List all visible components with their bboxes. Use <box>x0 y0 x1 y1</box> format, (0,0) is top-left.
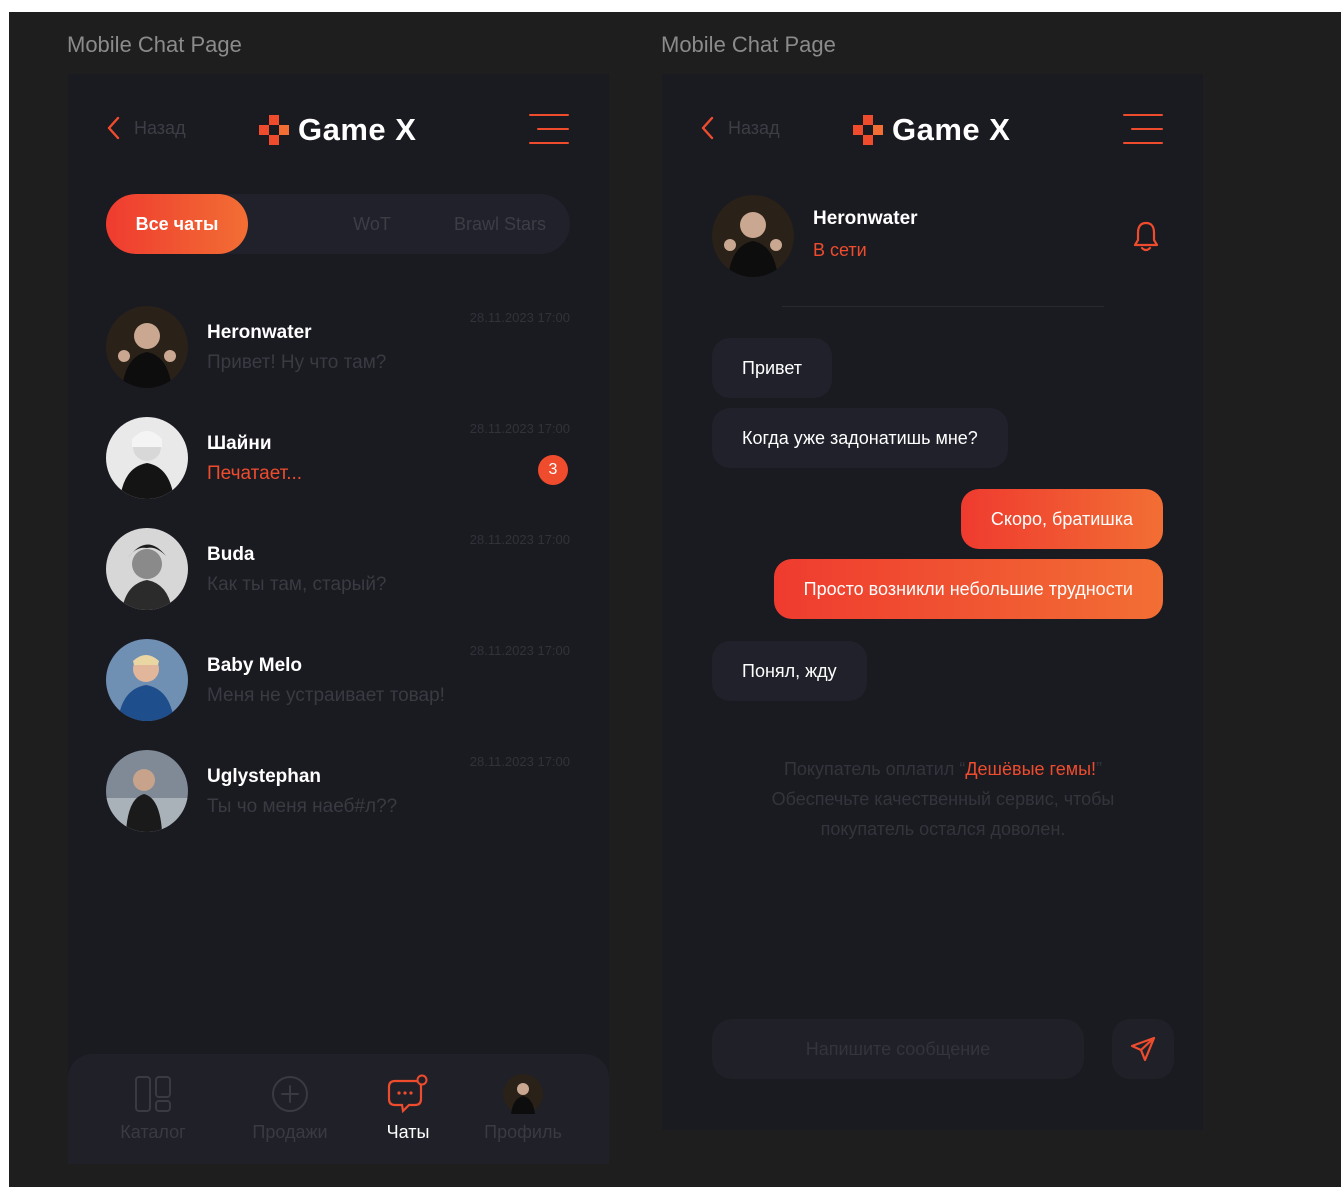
back-button[interactable]: Назад <box>106 116 186 140</box>
message-bubble-incoming: Привет <box>712 338 833 398</box>
gamepad-cross-icon <box>259 115 289 145</box>
send-icon <box>1130 1036 1156 1062</box>
nav-item-catalog[interactable]: Каталог <box>108 1072 198 1143</box>
message-bubble-outgoing: Просто возникли небольшие трудности <box>773 559 1163 619</box>
chat-name: Шайни <box>207 433 272 454</box>
chat-list-screen: Назад Game X Все чаты WoT Brawl Stars He… <box>68 74 609 1164</box>
chat-time: 28.11.2023 17:00 <box>469 310 570 325</box>
back-label: Назад <box>728 117 780 138</box>
menu-icon[interactable] <box>1123 114 1163 144</box>
chat-item-baby-melo[interactable]: Baby Melo Меня не устраивает товар! 28.1… <box>106 639 570 721</box>
chat-time: 28.11.2023 17:00 <box>469 421 570 436</box>
conversation-screen: Назад Game X Heronwater В сети Привет Ко… <box>662 74 1203 1130</box>
gamepad-cross-icon <box>853 115 883 145</box>
typing-indicator: Печатает... <box>207 463 303 484</box>
send-button[interactable] <box>1112 1019 1174 1079</box>
header: Назад Game X <box>662 112 1203 148</box>
chat-name: Baby Melo <box>207 655 303 676</box>
header: Назад Game X <box>68 112 609 148</box>
chat-item-uglystephan[interactable]: Uglystephan Ты чо меня наеб#л?? 28.11.20… <box>106 750 570 832</box>
app-title: Game X <box>298 112 417 147</box>
avatar <box>106 417 188 499</box>
chat-item-buda[interactable]: Buda Как ты там, старый? 28.11.2023 17:0… <box>106 528 570 610</box>
catalog-icon <box>135 1076 171 1112</box>
nav-item-profile[interactable]: Профиль <box>468 1072 578 1143</box>
bottom-navigation: Каталог Продажи Чаты Профиль <box>68 1054 609 1164</box>
tab-wot[interactable]: WoT <box>302 194 442 254</box>
nav-label: Профиль <box>484 1122 562 1142</box>
back-label: Назад <box>134 117 186 138</box>
chat-name: Buda <box>207 544 255 565</box>
frame-label: Mobile Chat Page <box>661 32 836 57</box>
app-title: Game X <box>892 112 1011 147</box>
contact-status: В сети <box>813 240 867 260</box>
app-logo: Game X <box>852 112 1010 148</box>
chat-icon <box>387 1074 428 1114</box>
chat-time: 28.11.2023 17:00 <box>469 754 570 769</box>
nav-item-chats[interactable]: Чаты <box>368 1072 448 1143</box>
unread-badge: 3 <box>538 455 568 485</box>
system-note-prefix: Покупатель оплатил “ <box>783 759 966 779</box>
chat-item-heronwater[interactable]: Heronwater Привет! Ну что там? 28.11.202… <box>106 306 570 388</box>
artboard-canvas: Mobile Chat Page Назад Game X Все чаты W… <box>9 12 1341 1187</box>
menu-icon[interactable] <box>529 114 569 144</box>
divider <box>782 306 1104 307</box>
message-input[interactable]: Напишите сообщение <box>712 1019 1084 1079</box>
product-name-highlight[interactable]: Дешёвые гемы! <box>965 759 1096 779</box>
message-bubble-incoming: Понял, жду <box>712 641 867 701</box>
chat-time: 28.11.2023 17:00 <box>469 532 570 547</box>
message-bubble-outgoing: Скоро, братишка <box>960 489 1163 549</box>
bell-icon[interactable] <box>1133 220 1159 257</box>
avatar <box>503 1074 543 1114</box>
plus-circle-icon <box>272 1076 308 1112</box>
contact-avatar[interactable] <box>712 195 794 277</box>
chat-item-shainy[interactable]: Шайни Печатает... 28.11.2023 17:00 3 <box>106 417 570 499</box>
chevron-left-icon <box>107 116 120 140</box>
tab-brawl-stars[interactable]: Brawl Stars <box>430 194 570 254</box>
message-bubble-incoming: Когда уже задонатишь мне? <box>712 408 1008 468</box>
tab-all-chats[interactable]: Все чаты <box>106 194 248 254</box>
system-notification: Покупатель оплатил “Дешёвые гемы!” Обесп… <box>742 754 1144 844</box>
nav-item-sales[interactable]: Продажи <box>240 1072 340 1143</box>
avatar <box>106 639 188 721</box>
nav-label: Чаты <box>386 1122 430 1142</box>
chat-name: Heronwater <box>207 322 312 343</box>
nav-label: Каталог <box>120 1122 186 1142</box>
avatar <box>106 750 188 832</box>
avatar <box>106 528 188 610</box>
chat-preview: Ты чо меня наеб#л?? <box>207 796 398 817</box>
chat-preview: Привет! Ну что там? <box>207 352 387 373</box>
back-button[interactable]: Назад <box>700 116 780 140</box>
chat-time: 28.11.2023 17:00 <box>469 643 570 658</box>
chat-preview: Как ты там, старый? <box>207 574 387 595</box>
chevron-left-icon <box>701 116 714 140</box>
contact-name: Heronwater <box>813 208 918 229</box>
chat-preview: Меня не устраивает товар! <box>207 685 445 706</box>
app-logo: Game X <box>258 112 416 148</box>
nav-label: Продажи <box>252 1122 328 1142</box>
chat-filter-tabs: Все чаты WoT Brawl Stars <box>106 194 570 254</box>
chat-name: Uglystephan <box>207 766 322 787</box>
avatar <box>106 306 188 388</box>
frame-label: Mobile Chat Page <box>67 32 242 57</box>
